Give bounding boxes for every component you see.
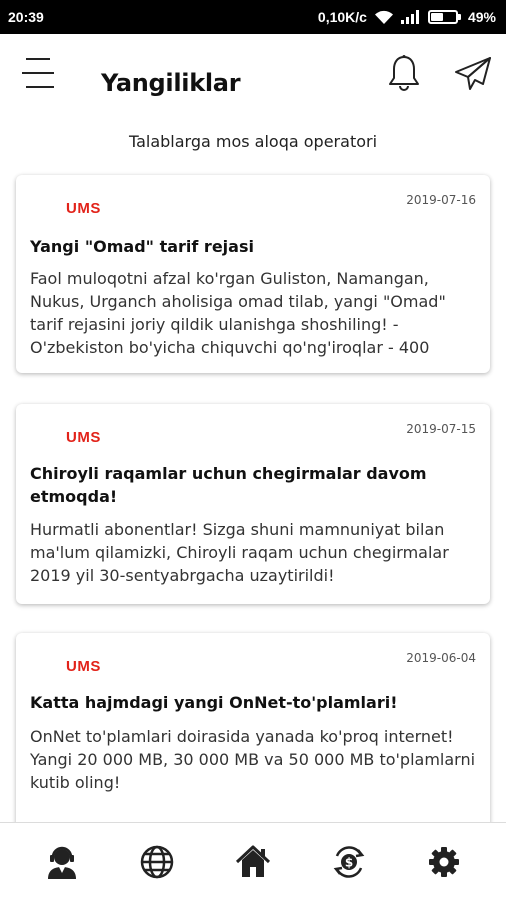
wifi-icon xyxy=(374,10,393,24)
news-card[interactable]: UMS 2019-06-04 Katta hajmdagi yangi OnNe… xyxy=(16,633,490,833)
notifications-button[interactable] xyxy=(388,54,420,92)
signal-icon xyxy=(400,10,419,24)
svg-text:$: $ xyxy=(344,855,352,869)
globe-icon xyxy=(141,845,174,878)
tagline: Talablarga mos aloqa operatori xyxy=(128,132,378,151)
menu-button[interactable] xyxy=(22,56,58,92)
status-indicators: 0,10K/c 49% xyxy=(318,9,496,25)
hamburger-menu-icon xyxy=(22,58,54,88)
nav-support[interactable] xyxy=(42,842,82,882)
nav-settings[interactable] xyxy=(424,842,464,882)
home-icon xyxy=(235,845,271,877)
news-date: 2019-07-16 xyxy=(406,193,476,207)
currency-exchange-icon: $ xyxy=(333,845,364,878)
network-speed: 0,10K/c xyxy=(317,9,367,25)
status-bar: 20:39 0,10K/c 49% xyxy=(0,0,506,34)
status-time: 20:39 xyxy=(8,9,44,25)
news-card[interactable]: UMS 2019-07-15 Chiroyli raqamlar uchun c… xyxy=(16,404,490,604)
nav-payments[interactable]: $ xyxy=(329,842,369,882)
news-title: Chiroyli raqamlar uchun chegirmalar davo… xyxy=(30,464,427,506)
bell-icon xyxy=(389,55,419,91)
news-title: Katta hajmdagi yangi OnNet-to'plamlari! xyxy=(30,693,398,712)
news-date: 2019-06-04 xyxy=(406,651,476,665)
gear-icon xyxy=(429,846,460,877)
news-body: Faol muloqotni afzal ko'rgan Guliston, N… xyxy=(30,269,446,357)
news-card[interactable]: UMS 2019-07-16 Yangi "Omad" tarif rejasi… xyxy=(16,175,490,373)
nav-internet[interactable] xyxy=(137,842,177,882)
bottom-navigation: $ xyxy=(0,822,506,900)
battery-icon xyxy=(427,10,461,24)
ums-logo: UMS xyxy=(66,200,101,217)
news-title: Yangi "Omad" tarif rejasi xyxy=(30,237,254,256)
news-body: Hurmatli abonentlar! Sizga shuni mamnuni… xyxy=(30,520,449,585)
user-headset-icon xyxy=(47,846,76,879)
news-body: OnNet to'plamlari doirasida yanada ko'pr… xyxy=(30,727,476,792)
send-button[interactable] xyxy=(454,56,492,92)
app-bar: Yangiliklar xyxy=(0,34,506,130)
ums-logo: UMS xyxy=(66,658,101,675)
page-title: Yangiliklar xyxy=(101,69,241,97)
ums-logo: UMS xyxy=(66,429,101,446)
news-date: 2019-07-15 xyxy=(406,422,476,436)
paper-plane-icon xyxy=(455,57,491,90)
battery-percent: 49% xyxy=(467,9,496,25)
nav-home[interactable] xyxy=(233,842,273,882)
